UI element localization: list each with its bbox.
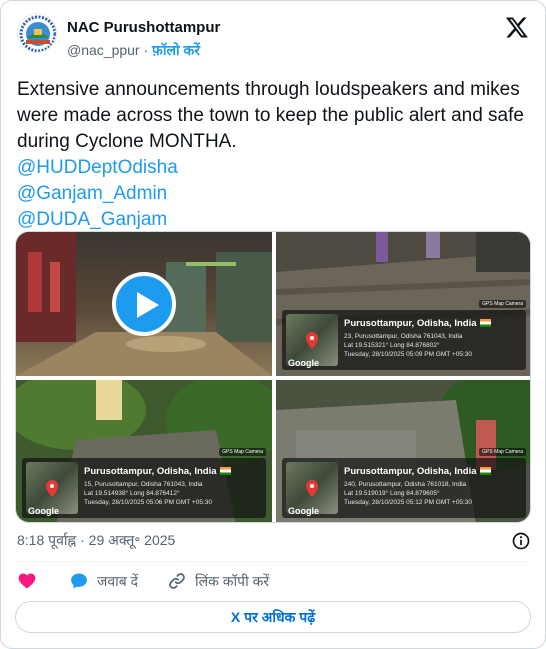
gps-location-title: Purusottampur, Odisha, India <box>344 318 491 329</box>
gps-timestamp: Tuesday, 28/10/2025 05:09 PM GMT +05:30 <box>344 351 472 358</box>
author-handle[interactable]: @nac_ppur <box>67 42 140 58</box>
read-more-on-x-button[interactable]: X पर अधिक पढ़ें <box>15 601 531 633</box>
avatar[interactable] <box>17 13 57 53</box>
heart-icon <box>18 573 36 589</box>
india-flag-icon <box>479 467 491 476</box>
tweet-date: 29 अक्तू॰ 2025 <box>88 532 176 548</box>
mention-link[interactable]: @DUDA_Ganjam <box>17 207 531 233</box>
gps-badge: GPS Map Camera <box>479 448 526 456</box>
tweet-time: 8:18 पूर्वाह्न <box>17 532 77 548</box>
india-flag-icon <box>219 467 231 476</box>
play-icon <box>137 292 159 318</box>
author-handle-row: @nac_ppur · फ़ॉलो करें <box>67 41 200 60</box>
media-grid: Google GPS Map Camera Purusottampur, Odi… <box>15 231 531 523</box>
mention-link[interactable]: @Ganjam_Admin <box>17 181 531 207</box>
gps-timestamp: Tuesday, 28/10/2025 05:06 PM GMT +05:30 <box>84 499 212 506</box>
gps-badge: GPS Map Camera <box>219 448 266 456</box>
photo-thumbnail[interactable]: Google GPS Map Camera Purusottampur, Odi… <box>276 380 530 522</box>
action-bar: जवाब दें लिंक कॉपी करें <box>17 570 529 592</box>
tweet-card: NAC Purushottampur @nac_ppur · फ़ॉलो करे… <box>0 0 546 649</box>
gps-coordinates: Lat 19.514938° Long 84.876412° <box>84 490 180 497</box>
google-logo: Google <box>28 506 59 516</box>
video-thumbnail[interactable] <box>16 232 272 376</box>
handle-separator: · <box>143 42 149 58</box>
gps-coordinates: Lat 19.519019° Long 84.879605° <box>344 490 440 497</box>
gps-badge: GPS Map Camera <box>479 300 526 308</box>
gps-coordinates: Lat 19.515321° Long 84.876802° <box>344 342 440 349</box>
divider <box>17 561 529 562</box>
gps-address: 15, Purusottampur, Odisha 761043, India <box>84 481 203 488</box>
link-icon <box>169 573 185 589</box>
mention-link[interactable]: @HUDDeptOdisha <box>17 155 531 181</box>
play-button[interactable] <box>112 272 176 336</box>
gps-overlay: Google GPS Map Camera Purusottampur, Odi… <box>282 448 526 518</box>
copy-link-button[interactable]: लिंक कॉपी करें <box>167 570 269 592</box>
google-logo: Google <box>288 358 319 368</box>
gps-overlay: Google GPS Map Camera Purusottampur, Odi… <box>282 300 526 370</box>
gps-location-title: Purusottampur, Odisha, India <box>84 466 231 477</box>
gps-overlay: Google GPS Map Camera Purusottampur, Odi… <box>22 448 266 518</box>
gps-address: 240, Purusottampur, Odisha 761018, India <box>344 481 467 488</box>
reply-button[interactable]: जवाब दें <box>69 570 138 592</box>
info-icon[interactable] <box>511 531 531 551</box>
gps-address: 23, Purusottampur, Odisha 761043, India <box>344 333 463 340</box>
reply-label: जवाब दें <box>97 572 139 589</box>
gps-timestamp: Tuesday, 28/10/2025 05:12 PM GMT +05:30 <box>344 499 472 506</box>
like-button[interactable] <box>17 570 45 592</box>
photo-thumbnail[interactable]: Google GPS Map Camera Purusottampur, Odi… <box>16 380 272 522</box>
gps-location-title: Purusottampur, Odisha, India <box>344 466 491 477</box>
timestamp-separator: · <box>80 532 85 548</box>
photo-thumbnail[interactable]: Google GPS Map Camera Purusottampur, Odi… <box>276 232 530 376</box>
tweet-text: Extensive announcements through loudspea… <box>17 77 531 233</box>
copy-link-label: लिंक कॉपी करें <box>195 572 270 589</box>
follow-button[interactable]: फ़ॉलो करें <box>152 42 200 58</box>
india-flag-icon <box>479 319 491 328</box>
reply-bubble-icon <box>71 573 87 589</box>
avatar-logo-icon <box>18 14 56 52</box>
tweet-header: NAC Purushottampur @nac_ppur · फ़ॉलो करे… <box>17 13 531 61</box>
tweet-body: Extensive announcements through loudspea… <box>17 79 524 152</box>
google-logo: Google <box>288 506 319 516</box>
x-logo-icon[interactable] <box>505 15 529 39</box>
author-name[interactable]: NAC Purushottampur <box>67 19 220 36</box>
tweet-timestamp[interactable]: 8:18 पूर्वाह्न · 29 अक्तू॰ 2025 <box>17 531 175 550</box>
